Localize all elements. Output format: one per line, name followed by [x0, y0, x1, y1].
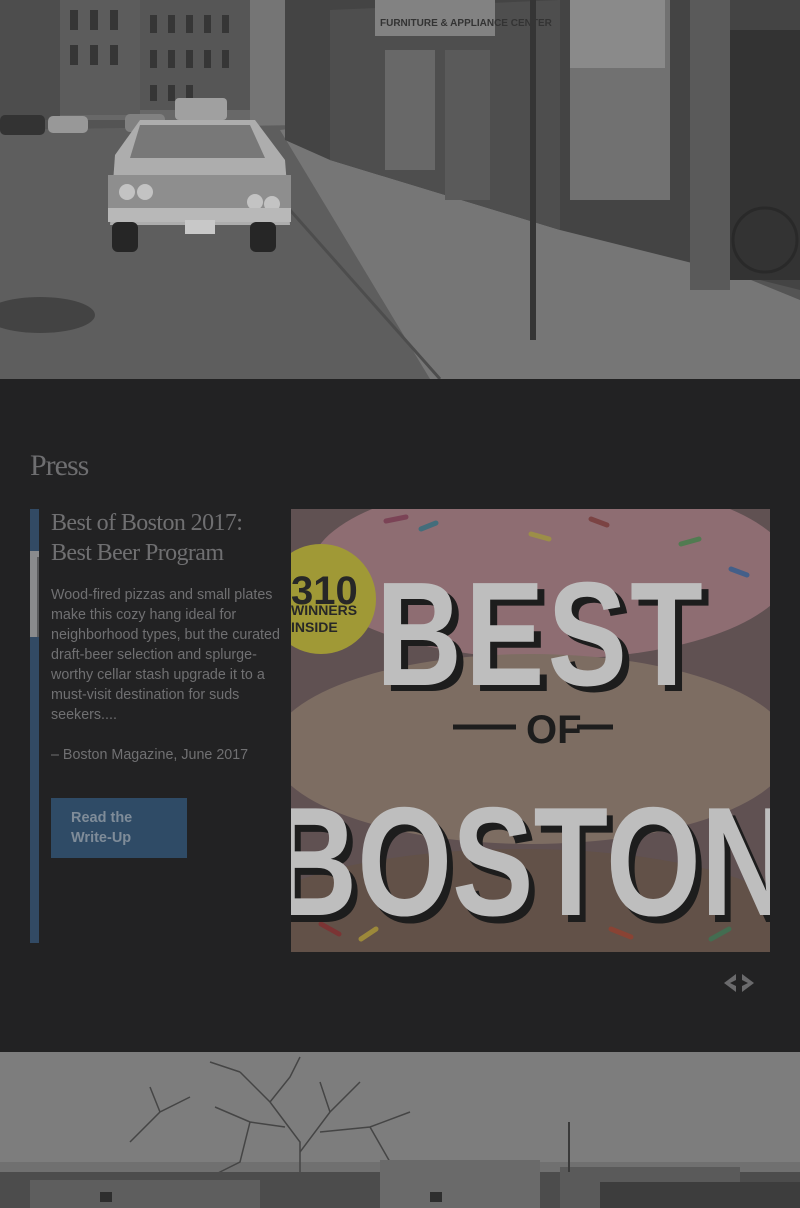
- read-write-up-button-line1: Read the: [71, 810, 133, 826]
- hero-top-overlay: [0, 0, 800, 379]
- press-slide-title: Best of Boston 2017: Best Beer Program: [51, 508, 291, 568]
- press-slide-text: Best of Boston 2017: Best Beer Program W…: [51, 508, 291, 765]
- press-slide-excerpt: Wood-fired pizzas and small plates make …: [51, 587, 280, 723]
- read-write-up-button[interactable]: Read the Write-Up: [51, 798, 187, 858]
- hero-bottom-photo: [0, 1052, 800, 1208]
- chevron-right-icon[interactable]: [740, 971, 758, 995]
- press-slide-title-line1: Best of Boston 2017:: [51, 510, 243, 536]
- press-section: Press Best of Boston 2017: Best Beer Pro…: [0, 379, 800, 1052]
- press-slide-source: – Boston Magazine, June 2017: [51, 747, 249, 763]
- slide-accent-notch-shadow: [37, 557, 39, 637]
- press-heading: Press: [30, 449, 89, 482]
- press-cover-image: 310 WINNERS INSIDE BEST BEST OF BOSTON B…: [291, 509, 770, 952]
- press-slide-title-line2: Best Beer Program: [51, 540, 224, 566]
- hero-street-photo: FURNITURE & APPLIANCE CENTER: [0, 0, 800, 379]
- cover-overlay: [291, 509, 770, 952]
- chevron-left-icon[interactable]: [720, 971, 738, 995]
- slide-accent-bar: [30, 509, 39, 943]
- read-write-up-button-line2: Write-Up: [71, 830, 132, 846]
